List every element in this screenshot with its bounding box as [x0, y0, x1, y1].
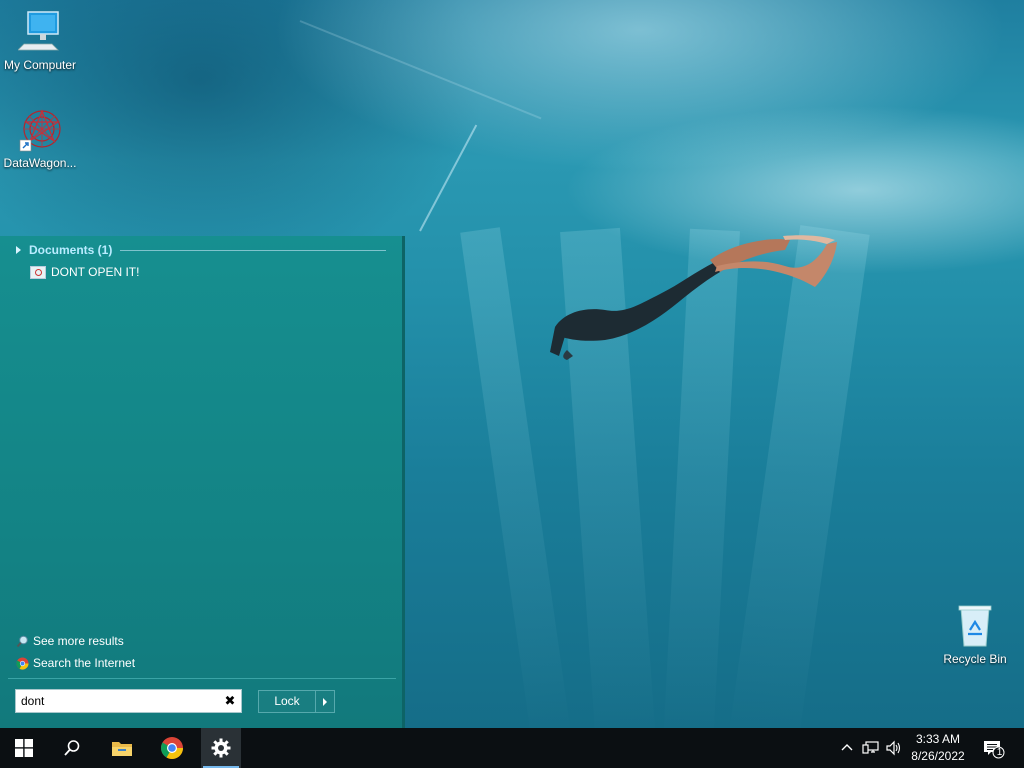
diver-image: [550, 235, 837, 360]
taskbar-settings[interactable]: [201, 728, 241, 768]
search-result-item[interactable]: DONT OPEN IT!: [30, 264, 139, 280]
desktop-icon-my-computer[interactable]: My Computer: [0, 10, 80, 72]
header-divider: [120, 249, 386, 251]
action-center-button[interactable]: 1: [983, 739, 1005, 759]
surface-streak: [299, 20, 542, 120]
settings-icon: [211, 738, 231, 758]
clock-date: 8/26/2022: [911, 749, 965, 763]
see-more-results-label: See more results: [33, 634, 124, 648]
volume-icon: [886, 740, 901, 756]
search-internet-label: Search the Internet: [33, 656, 136, 670]
close-icon[interactable]: ✖: [224, 694, 236, 708]
taskbar: 3:33 AM 8/26/2022 1: [0, 728, 1024, 768]
power-options-arrow-button[interactable]: [316, 691, 334, 712]
notification-count-badge: 1: [996, 747, 1003, 758]
magnifier-icon: [16, 635, 29, 648]
datawagon-shortcut-icon: [18, 108, 62, 152]
taskbar-file-explorer[interactable]: [102, 728, 142, 768]
start-menu-divider: [8, 678, 396, 679]
search-box[interactable]: ✖: [15, 689, 242, 713]
recycle-bin-icon: [953, 604, 997, 648]
desktop-icon-label: My Computer: [3, 58, 77, 72]
desktop-icon-label: Recycle Bin: [943, 652, 1007, 666]
documents-header-label: Documents (1): [29, 243, 113, 257]
desktop-icon-recycle-bin[interactable]: Recycle Bin: [935, 604, 1015, 666]
volume-button[interactable]: [885, 740, 903, 756]
start-icon: [15, 739, 33, 757]
file-explorer-icon: [112, 742, 132, 756]
surface-streak: [419, 124, 478, 232]
image-file-icon: [30, 265, 46, 279]
expand-triangle-icon: [16, 246, 21, 254]
lock-button[interactable]: Lock: [259, 691, 316, 712]
lock-button-group: Lock: [258, 690, 335, 713]
taskbar-search-button[interactable]: [52, 728, 92, 768]
search-internet-link[interactable]: Search the Internet: [16, 656, 135, 670]
search-input[interactable]: [21, 693, 221, 709]
network-status-button[interactable]: [862, 740, 880, 756]
documents-group-header[interactable]: Documents (1): [16, 242, 386, 258]
see-more-results-link[interactable]: See more results: [16, 634, 124, 648]
desktop-icon-datawagon[interactable]: DataWagon...: [0, 108, 80, 170]
network-icon: [862, 741, 879, 754]
show-hidden-icons-button[interactable]: [838, 740, 856, 756]
desktop-icon-label: DataWagon...: [3, 156, 77, 170]
clock-time: 3:33 AM: [915, 732, 961, 746]
taskbar-clock[interactable]: 3:33 AM 8/26/2022: [906, 731, 970, 765]
chevron-up-icon: [841, 744, 853, 751]
search-icon: [64, 740, 80, 756]
chrome-icon: [161, 737, 183, 759]
taskbar-chrome[interactable]: [152, 728, 192, 768]
chevron-right-icon: [323, 697, 327, 706]
computer-icon: [17, 10, 62, 54]
start-button[interactable]: [4, 728, 44, 768]
search-result-label: DONT OPEN IT!: [51, 265, 140, 279]
chrome-icon: [16, 657, 29, 670]
start-menu: Documents (1) DONT OPEN IT! See more res…: [0, 236, 405, 728]
